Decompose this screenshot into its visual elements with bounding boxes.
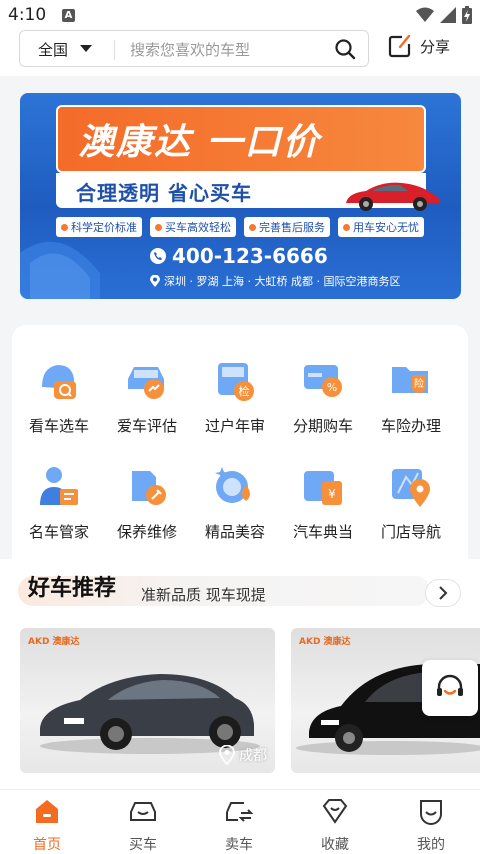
sell-car-icon: [226, 802, 254, 822]
status-time: 4:10: [8, 5, 47, 25]
profile-icon: [420, 800, 442, 826]
service-grid: 看车选车 爱车评估 检 过户年审 % 分期购车 险 车险办理 名车管家 保养维修…: [12, 325, 468, 559]
location-pin-icon: [150, 275, 160, 287]
insurance-icon: 险: [392, 367, 428, 393]
butler-icon: [40, 467, 78, 505]
share-label: 分享: [420, 37, 451, 56]
promo-banner[interactable]: 澳康达 一口价 合理透明 省心买车 科学定价标准 买车高效轻松 完善售后服务 用…: [20, 93, 461, 299]
maintenance-icon: [132, 471, 166, 505]
nav-home[interactable]: 首页: [12, 796, 82, 854]
service-label: 爱车评估: [116, 417, 177, 435]
headset-icon: [437, 674, 463, 696]
service-insurance[interactable]: 险 车险办理: [366, 357, 456, 436]
search-input[interactable]: 搜索您喜欢的车型: [130, 39, 250, 60]
svg-text:检: 检: [239, 384, 250, 398]
location-pin-icon: [219, 745, 235, 765]
service-label: 门店导航: [380, 523, 441, 541]
top-header: 全国 搜索您喜欢的车型 分享: [0, 30, 480, 76]
car-search-icon: [42, 365, 76, 399]
service-car-evaluate[interactable]: 爱车评估: [102, 357, 192, 436]
car-card-location: 成都: [219, 745, 267, 765]
nav-sell-car[interactable]: 卖车: [204, 796, 274, 854]
city-selector[interactable]: 全国: [38, 39, 68, 60]
nav-favorites[interactable]: 收藏: [300, 796, 370, 854]
banner-headline: 澳康达 一口价: [78, 121, 321, 163]
battery-icon: [462, 6, 472, 24]
customer-service-button[interactable]: [422, 660, 478, 716]
service-label: 车险办理: [380, 417, 441, 435]
transfer-inspect-icon: 检: [218, 363, 254, 401]
service-label: 过户年审: [204, 417, 265, 435]
pawn-icon: ¥: [304, 471, 342, 505]
service-pawn[interactable]: ¥ 汽车典当: [278, 463, 368, 542]
buy-car-icon: [130, 802, 156, 821]
installment-icon: %: [304, 365, 342, 397]
beauty-icon: [215, 467, 250, 503]
banner-phone: 400-123-6666: [150, 244, 328, 268]
recommend-more-button[interactable]: [425, 579, 461, 607]
service-label: 汽车典当: [292, 523, 353, 541]
svg-text:险: 险: [414, 377, 424, 390]
service-store-nav[interactable]: 门店导航: [366, 463, 456, 542]
service-beauty[interactable]: 精品美容: [190, 463, 280, 542]
nav-label: 卖车: [225, 837, 253, 853]
recommend-title: 好车推荐: [28, 576, 117, 601]
share-button[interactable]: 分享: [388, 34, 450, 58]
service-butler[interactable]: 名车管家: [14, 463, 104, 542]
service-car-search[interactable]: 看车选车: [14, 357, 104, 436]
search-icon[interactable]: [334, 38, 356, 60]
bottom-navigation: 首页 买车 卖车 收藏 我的: [0, 789, 480, 854]
service-label: 保养维修: [116, 523, 177, 541]
service-label: 分期购车: [292, 417, 353, 435]
nav-buy-car[interactable]: 买车: [108, 796, 178, 854]
svg-text:%: %: [327, 381, 337, 394]
car-card[interactable]: AKD 澳康达 成都: [20, 628, 275, 773]
signal-icon: [440, 7, 456, 23]
notification-icon: A: [62, 9, 75, 22]
service-transfer-inspect[interactable]: 检 过户年审: [190, 357, 280, 436]
red-sports-car-image: [346, 182, 440, 211]
favorite-icon: [322, 799, 348, 824]
wifi-icon: [416, 7, 434, 22]
status-bar: 4:10 A: [0, 0, 480, 30]
nav-label: 我的: [417, 837, 445, 853]
search-bar: 全国 搜索您喜欢的车型: [19, 30, 369, 67]
service-installment[interactable]: % 分期购车: [278, 357, 368, 436]
service-maintenance[interactable]: 保养维修: [102, 463, 192, 542]
system-icons: [416, 6, 472, 24]
phone-icon: [150, 248, 166, 264]
chevron-right-icon: [439, 586, 448, 600]
svg-text:¥: ¥: [328, 487, 336, 501]
home-icon: [36, 800, 58, 823]
banner-tags: 科学定价标准 买车高效轻松 完善售后服务 用车安心无忧: [56, 217, 424, 237]
divider: [114, 40, 115, 60]
nav-label: 买车: [129, 837, 157, 853]
banner-tag: 买车高效轻松: [150, 217, 236, 237]
store-nav-icon: [392, 469, 430, 507]
banner-subline: 合理透明 省心买车: [76, 181, 252, 205]
share-icon: [388, 34, 411, 58]
banner-address: 深圳 · 罗湖 上海 · 大虹桥 成都 · 国际空港商务区: [150, 273, 400, 289]
banner-tag: 用车安心无忧: [338, 217, 424, 237]
service-label: 精品美容: [204, 523, 265, 541]
banner-tag: 完善售后服务: [244, 217, 330, 237]
recommend-subtitle: 准新品质 现车现提: [141, 586, 266, 604]
nav-profile[interactable]: 我的: [396, 796, 466, 854]
service-label: 名车管家: [28, 523, 89, 541]
nav-label: 首页: [33, 837, 61, 853]
car-evaluate-icon: [128, 367, 164, 399]
nav-label: 收藏: [321, 837, 349, 853]
banner-tag: 科学定价标准: [56, 217, 142, 237]
chevron-down-icon[interactable]: [80, 45, 92, 52]
service-label: 看车选车: [28, 417, 89, 435]
